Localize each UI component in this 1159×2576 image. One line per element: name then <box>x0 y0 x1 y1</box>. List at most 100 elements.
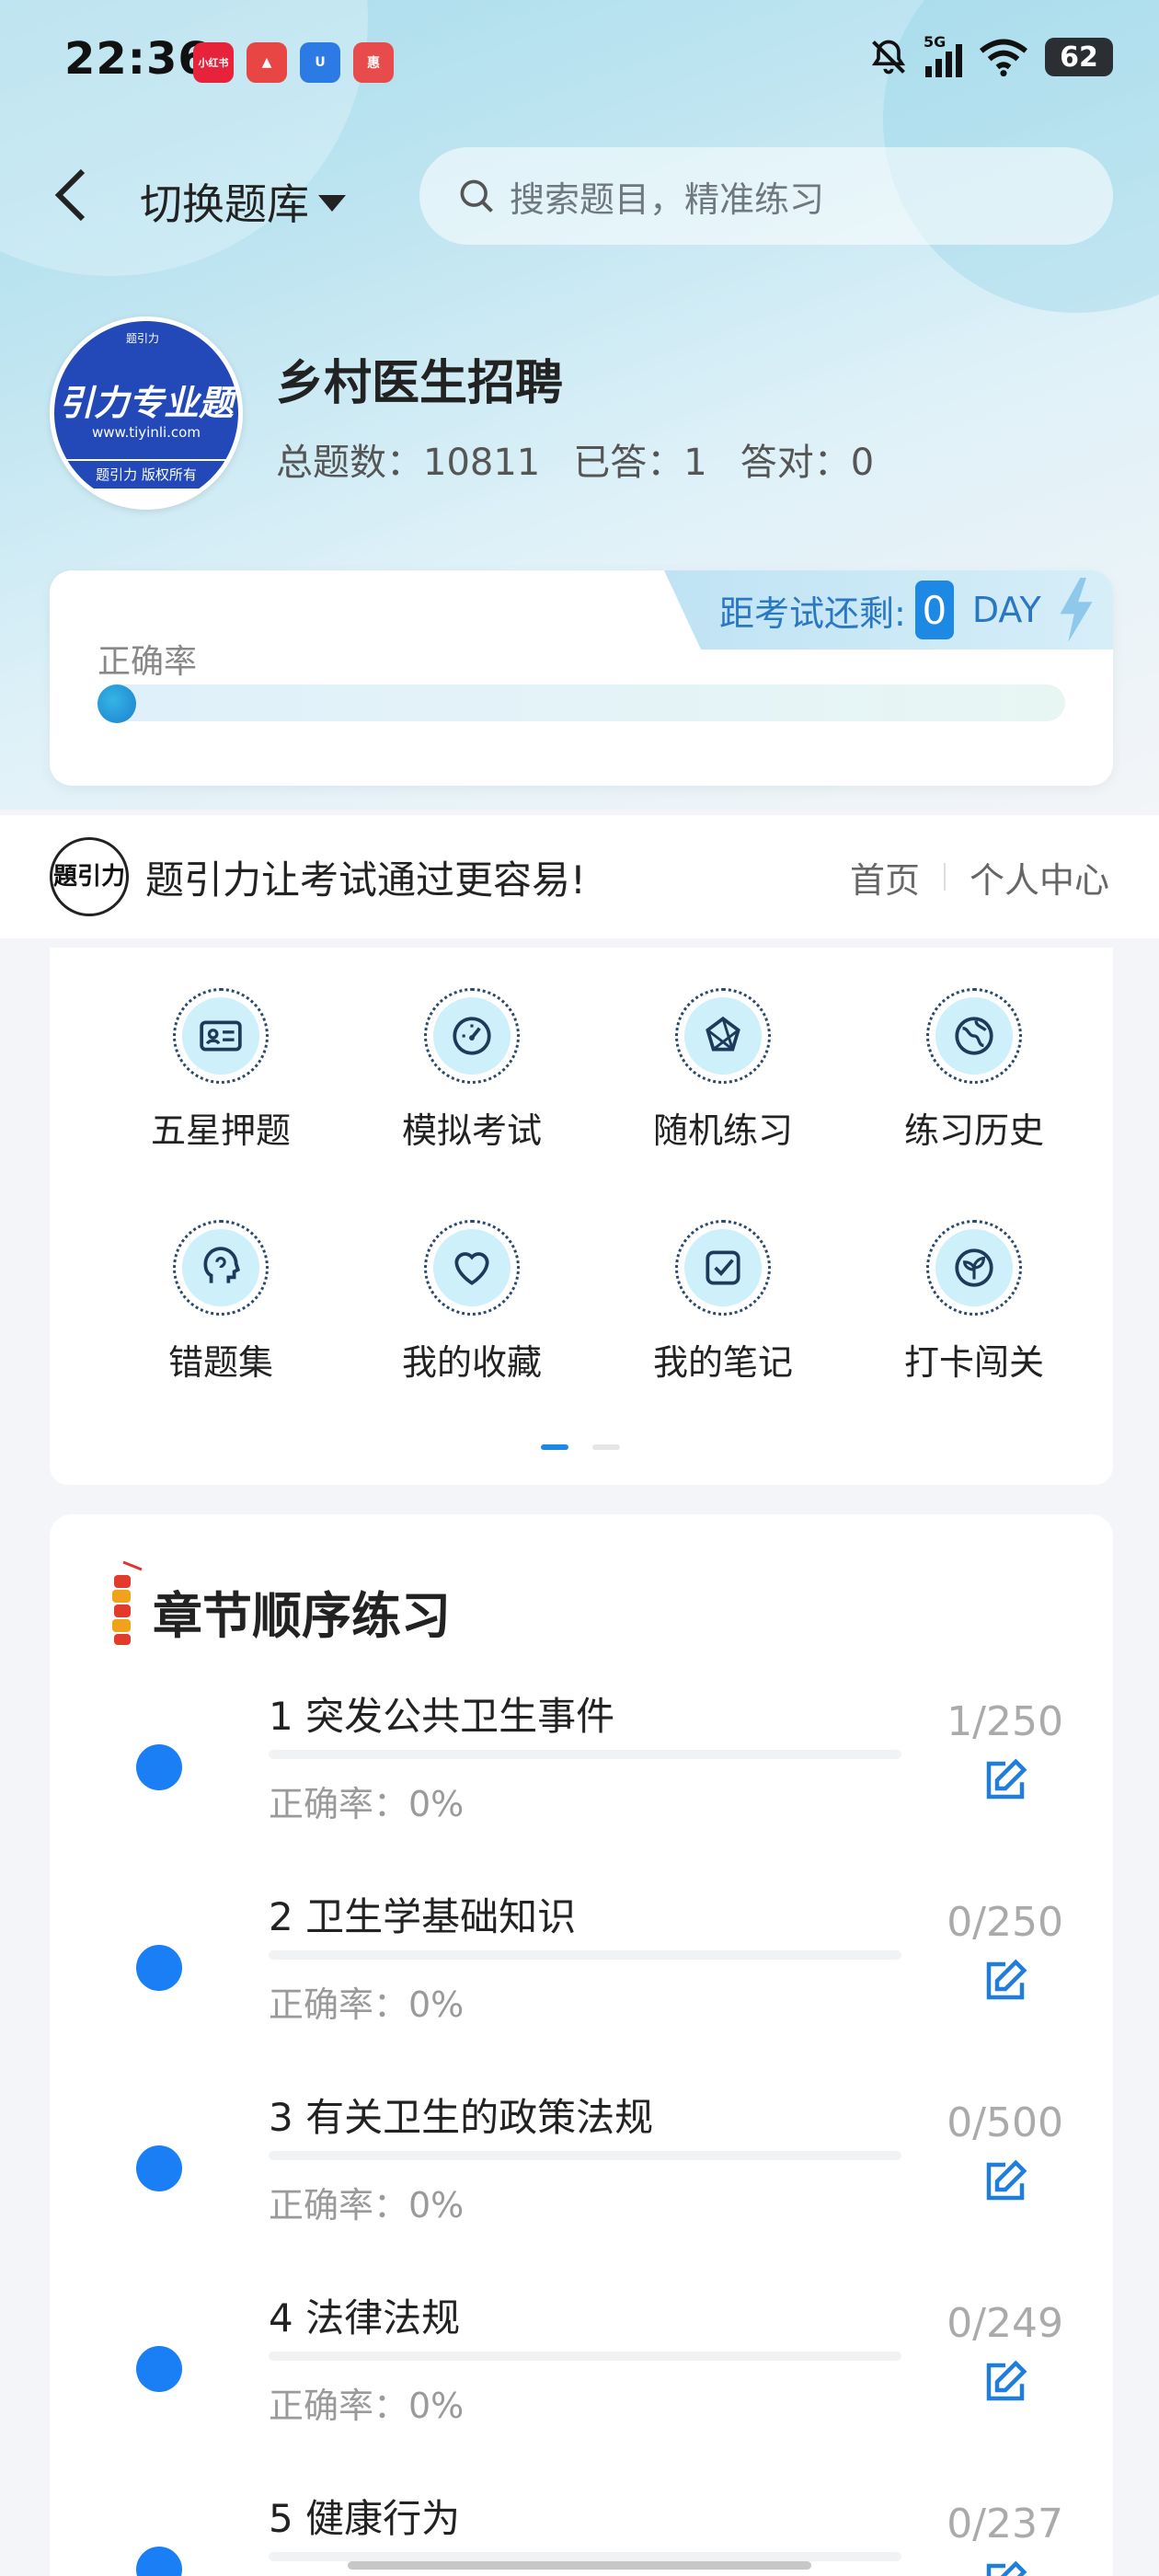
edit-icon[interactable] <box>981 1755 1030 1805</box>
chapter-count: 0/237 <box>947 2501 1063 2547</box>
correct-count: 答对：0 <box>740 442 875 484</box>
feature-check-in[interactable]: 打卡闯关 <box>850 1220 1098 1422</box>
switch-bank-label: 切换题库 <box>140 179 309 229</box>
chapter-row[interactable]: 1 突发公共卫生事件 正确率：0% 1/250 <box>50 1674 1113 1875</box>
site-slogan: 题引力让考试通过更容易! <box>145 857 586 903</box>
chapter-count: 0/500 <box>947 2099 1063 2146</box>
chapter-row[interactable]: 3 有关卫生的政策法规 正确率：0% 0/500 <box>50 2076 1113 2276</box>
avatar-copyright: 题引力 版权所有 <box>54 461 238 489</box>
nav-home-link[interactable]: 首页 <box>850 852 920 903</box>
checkbox-icon <box>706 1250 740 1285</box>
chapter-progress-bar <box>269 2352 901 2361</box>
accuracy-progress-track <box>98 684 1065 721</box>
red-app-icon: ▲ <box>247 42 287 83</box>
switch-bank-button[interactable]: 切换题库 <box>140 171 346 232</box>
chapter-section-title: 章节顺序练习 <box>153 1587 451 1645</box>
chapter-count: 1/250 <box>947 1698 1063 1745</box>
nav-user-center-link[interactable]: 个人中心 <box>970 852 1109 903</box>
search-placeholder: 搜索题目，精准练习 <box>510 178 825 220</box>
nav-divider <box>943 863 946 891</box>
chapter-row[interactable]: 2 卫生学基础知识 正确率：0% 0/250 <box>50 1875 1113 2076</box>
pager-dot-active[interactable] <box>541 1444 568 1450</box>
total-count: 总题数：10811 <box>276 442 541 484</box>
pager-dot[interactable] <box>592 1444 620 1450</box>
site-nav: 首页 个人中心 <box>850 852 1109 903</box>
feature-label: 我的笔记 <box>652 1342 793 1383</box>
battery-indicator: 62 <box>1045 38 1113 76</box>
feature-notes[interactable]: 我的笔记 <box>599 1220 847 1422</box>
chapter-progress-bar <box>269 2151 901 2160</box>
feature-grid: 五星押题 模拟考试 随机练习 练习历史 错题集 我的收藏 我的笔记 打卡闯关 <box>50 948 1113 1485</box>
system-icons: 5G 62 <box>868 33 1113 77</box>
search-icon <box>460 179 493 213</box>
status-bar: 22:36 小红书 ▲ U 惠 5G 62 <box>0 0 1159 129</box>
notification-app-icons: 小红书 ▲ U 惠 <box>193 42 394 83</box>
chapter-accuracy: 正确率：0% <box>269 2386 465 2426</box>
edit-icon[interactable] <box>981 2156 1030 2206</box>
feature-icon-ring <box>926 1220 1022 1316</box>
home-indicator[interactable] <box>348 2561 811 2570</box>
chapter-row[interactable]: 4 法律法规 正确率：0% 0/249 <box>50 2276 1113 2477</box>
mute-bell-icon <box>871 40 906 75</box>
bank-stats: 总题数：10811 已答：1 答对：0 <box>276 432 874 486</box>
site-logo: 題引力 <box>50 837 129 916</box>
feature-label: 我的收藏 <box>401 1342 542 1383</box>
chapter-dot <box>136 1744 182 1790</box>
bank-avatar: 题引力 引力专业题 www.tiyinli.com 题引力 版权所有 <box>50 316 243 510</box>
chapter-name: 3 有关卫生的政策法规 <box>269 2095 654 2140</box>
status-time: 22:36 <box>64 33 210 85</box>
accuracy-label: 正确率 <box>98 643 198 681</box>
feature-history[interactable]: 练习历史 <box>850 988 1098 1190</box>
blue-app-icon: U <box>300 42 340 83</box>
speedometer-icon <box>453 1017 491 1055</box>
network-icon <box>706 1016 740 1052</box>
edit-icon[interactable] <box>981 2558 1030 2576</box>
feature-icon-ring <box>926 988 1022 1084</box>
avatar-brand: 引力专业题 <box>58 383 234 423</box>
xiaohongshu-app-icon: 小红书 <box>193 42 234 83</box>
chapter-dot <box>136 2346 182 2392</box>
feature-icon-ring <box>424 988 520 1084</box>
chapter-progress-bar <box>269 1750 901 1759</box>
feature-wrong-questions[interactable]: 错题集 <box>97 1220 345 1422</box>
feature-icon-ring <box>173 988 269 1084</box>
countdown-unit: DAY <box>971 590 1041 630</box>
chapter-name: 5 健康行为 <box>269 2496 461 2541</box>
feature-favorites[interactable]: 我的收藏 <box>348 1220 596 1422</box>
caret-down-icon <box>318 195 346 212</box>
feature-mock-exam[interactable]: 模拟考试 <box>348 988 596 1190</box>
chapter-count: 0/250 <box>947 1899 1063 1946</box>
firecracker-icon <box>112 1560 143 1645</box>
chapter-accuracy: 正确率：0% <box>269 1984 465 2025</box>
chapter-dot <box>136 1945 182 1991</box>
answered-count: 已答：1 <box>573 442 707 484</box>
feature-pager <box>541 1444 620 1450</box>
edit-icon[interactable] <box>981 2357 1030 2407</box>
chapter-name: 2 卫生学基础知识 <box>269 1894 577 1939</box>
accuracy-progress-knob <box>98 684 136 723</box>
chapter-dot <box>136 2547 182 2576</box>
signal-icon: 5G <box>924 33 962 77</box>
feature-five-star[interactable]: 五星押题 <box>97 988 345 1190</box>
chapter-dot <box>136 2145 182 2191</box>
avatar-url: www.tiyinli.com <box>92 424 201 441</box>
feature-icon-ring <box>675 988 771 1084</box>
search-input[interactable]: 搜索题目，精准练习 <box>419 147 1113 245</box>
avatar-tag: 题引力 <box>126 332 160 345</box>
feature-icon-ring <box>173 1220 269 1316</box>
heart-icon <box>454 1252 489 1285</box>
feature-label: 打卡闯关 <box>903 1342 1044 1383</box>
chapter-practice-card: 章节顺序练习 1 突发公共卫生事件 正确率：0% 1/250 2 卫生学基础知识… <box>50 1514 1113 2576</box>
feature-label: 随机练习 <box>652 1110 793 1151</box>
chapter-accuracy: 正确率：0% <box>269 2185 465 2225</box>
edit-icon[interactable] <box>981 1956 1030 2006</box>
globe-icon <box>955 1017 993 1055</box>
lightning-icon <box>1060 578 1093 642</box>
chapter-name: 1 突发公共卫生事件 <box>269 1694 615 1739</box>
exam-countdown: 距考试还剩: 0 DAY <box>664 570 1113 650</box>
site-banner: 題引力 题引力让考试通过更容易! 首页 个人中心 <box>0 815 1159 938</box>
feature-random-practice[interactable]: 随机练习 <box>599 988 847 1190</box>
chapter-count: 0/249 <box>947 2300 1063 2347</box>
back-arrow-icon[interactable] <box>53 167 90 223</box>
chapter-name: 4 法律法规 <box>269 2295 461 2340</box>
